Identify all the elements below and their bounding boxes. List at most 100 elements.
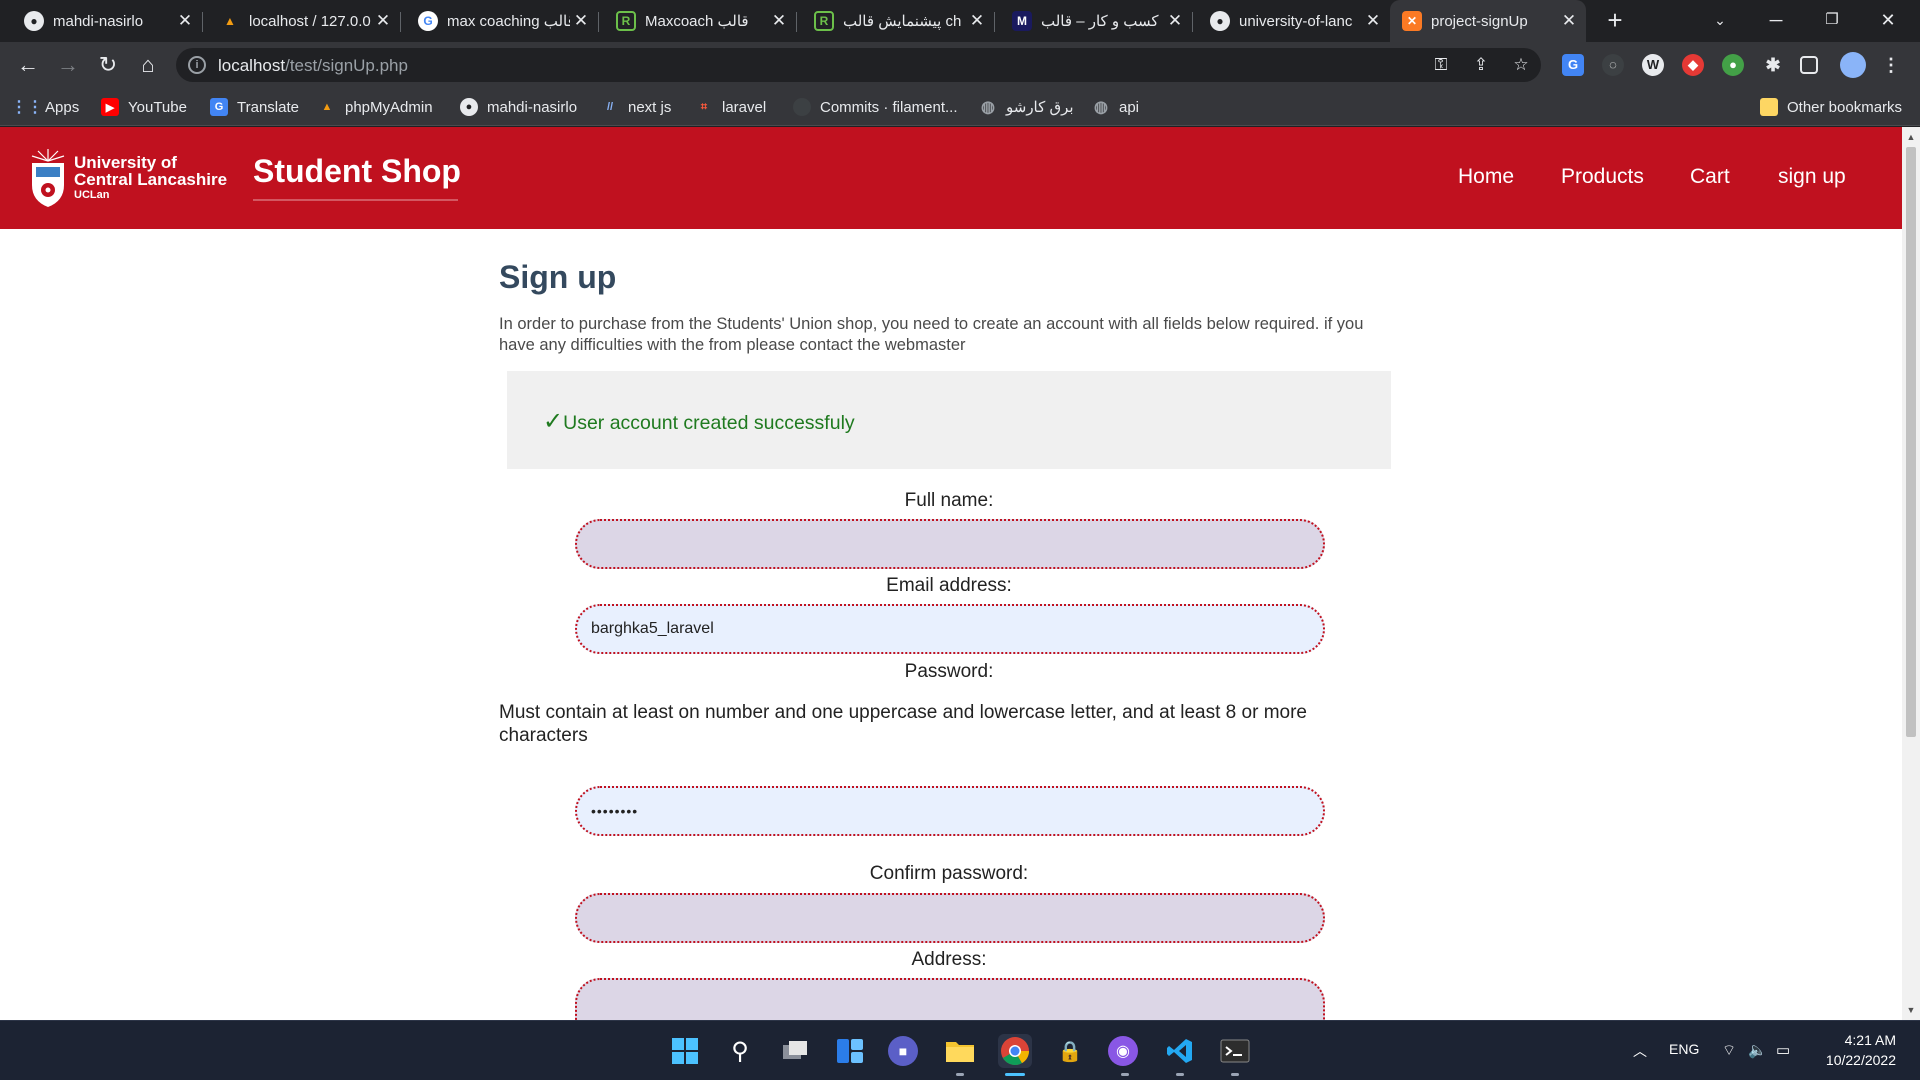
- laravel-icon: ⌗: [700, 100, 708, 113]
- nav-products[interactable]: Products: [1561, 165, 1644, 189]
- bookmark-laravel[interactable]: ⌗ laravel: [695, 96, 766, 118]
- github-desktop-icon[interactable]: ◉: [1108, 1036, 1138, 1066]
- forward-icon[interactable]: →: [52, 49, 84, 81]
- wifi-icon[interactable]: ⌔: [1722, 1041, 1736, 1060]
- vpn-extension-icon[interactable]: ●: [1722, 54, 1744, 76]
- wappalyzer-icon[interactable]: W: [1642, 54, 1664, 76]
- share-icon[interactable]: ⇪: [1470, 54, 1492, 76]
- bookmark-api[interactable]: ◍ api: [1092, 96, 1139, 118]
- github-icon: ●: [1210, 11, 1230, 31]
- clock-date: 10/22/2022: [1825, 1052, 1896, 1068]
- bookmark-youtube[interactable]: ▶ YouTube: [101, 96, 187, 118]
- close-tab-icon[interactable]: ✕: [1362, 11, 1384, 31]
- bookmark-mahdi-nasirlo[interactable]: ● mahdi-nasirlo: [460, 96, 577, 118]
- tab-mahdi-nasirlo[interactable]: ● mahdi-nasirlo ✕: [12, 0, 203, 42]
- google-translate-extension-icon[interactable]: G: [1562, 54, 1584, 76]
- logo-line-2: Central Lancashire: [74, 170, 228, 189]
- bookmark-commits[interactable]: Commits · filament...: [793, 96, 958, 118]
- uclan-logo[interactable]: University of Central Lancashire UCLan: [28, 147, 228, 209]
- bookmark-label: api: [1119, 98, 1140, 116]
- extensions-puzzle-icon[interactable]: ✱: [1762, 54, 1784, 76]
- menu-kebab-icon[interactable]: ⋮: [1880, 54, 1902, 76]
- chat-icon[interactable]: ■: [888, 1036, 918, 1066]
- fullname-label: Full name:: [904, 490, 994, 511]
- email-input[interactable]: barghka5_laravel: [575, 604, 1325, 654]
- confirm-password-input[interactable]: [575, 893, 1325, 943]
- tab-title: Maxcoach قالب: [645, 13, 749, 30]
- address-input[interactable]: [575, 978, 1325, 1020]
- bookmark-apps[interactable]: ⋮⋮ Apps: [11, 96, 79, 118]
- tab-business-theme[interactable]: M کسب و کار – قالب ✕: [1000, 0, 1193, 42]
- page-scrollbar[interactable]: ▲ ▼: [1902, 127, 1920, 1020]
- close-tab-icon[interactable]: ✕: [570, 11, 592, 31]
- minimize-button[interactable]: ─: [1748, 0, 1804, 42]
- page-viewport: University of Central Lancashire UCLan S…: [0, 127, 1920, 1020]
- bookmark-nextjs[interactable]: // next js: [601, 96, 671, 118]
- bookmark-label: next js: [628, 98, 672, 116]
- system-clock[interactable]: 4:21 AM 10/22/2022: [1814, 1030, 1896, 1070]
- close-tab-icon[interactable]: ✕: [174, 11, 196, 31]
- extension-icon[interactable]: ◌: [1602, 54, 1624, 76]
- file-explorer-icon[interactable]: [943, 1034, 977, 1068]
- tab-maxcoach[interactable]: R Maxcoach قالب ✕: [604, 0, 797, 42]
- search-icon[interactable]: ⚲: [723, 1034, 757, 1068]
- success-alert: ✓User account created successfuly: [507, 371, 1391, 469]
- close-tab-icon[interactable]: ✕: [1164, 11, 1186, 31]
- vscode-icon[interactable]: [1163, 1034, 1197, 1068]
- terminal-icon[interactable]: [1218, 1034, 1252, 1068]
- tab-localhost[interactable]: ▲ localhost / 127.0.0 ✕: [208, 0, 401, 42]
- other-bookmarks[interactable]: Other bookmarks: [1760, 96, 1902, 118]
- home-icon[interactable]: ⌂: [132, 49, 164, 81]
- tab-university[interactable]: ● university-of-lanc ✕: [1198, 0, 1390, 42]
- google-icon: G: [418, 11, 438, 31]
- site-info-icon[interactable]: i: [188, 56, 206, 74]
- battery-icon[interactable]: ▭: [1776, 1041, 1790, 1059]
- nav-sign-up[interactable]: sign up: [1778, 165, 1846, 189]
- bookmark-label: Translate: [237, 98, 299, 116]
- bookmark-bargh[interactable]: ◍ برق کارشو: [979, 96, 1074, 118]
- restore-button[interactable]: ❐: [1804, 0, 1860, 42]
- browser-toolbar: ← → ↻ ⌂ i localhost/test/signUp.php ⚿ ⇪ …: [0, 42, 1920, 88]
- password-input[interactable]: ••••••••: [575, 786, 1325, 836]
- side-panel-icon[interactable]: [1800, 56, 1818, 74]
- tab-search-icon[interactable]: ⌄: [1692, 0, 1748, 42]
- task-view-icon[interactable]: [778, 1034, 812, 1068]
- profile-avatar[interactable]: [1840, 52, 1866, 78]
- success-message: ✓User account created successfuly: [543, 407, 855, 436]
- nav-home[interactable]: Home: [1458, 165, 1514, 189]
- address-url[interactable]: localhost/test/signUp.php: [218, 56, 408, 76]
- address-bar[interactable]: i localhost/test/signUp.php ⚿ ⇪ ☆: [176, 48, 1541, 82]
- scroll-thumb[interactable]: [1906, 147, 1916, 737]
- color-picker-icon[interactable]: ◆: [1682, 54, 1704, 76]
- store-lock-icon[interactable]: 🔒: [1053, 1034, 1087, 1068]
- volume-icon[interactable]: 🔈: [1748, 1041, 1767, 1059]
- tab-preview[interactable]: R پیشنمایش قالب ch ✕: [802, 0, 995, 42]
- close-tab-icon[interactable]: ✕: [966, 11, 988, 31]
- chrome-icon[interactable]: [998, 1034, 1032, 1068]
- bookmark-phpmyadmin[interactable]: ▲ phpMyAdmin: [318, 96, 433, 118]
- back-icon[interactable]: ←: [12, 49, 44, 81]
- windows-start-icon[interactable]: [668, 1034, 702, 1068]
- new-tab-button[interactable]: +: [1600, 6, 1630, 36]
- close-tab-icon[interactable]: ✕: [1558, 11, 1580, 31]
- fullname-input[interactable]: [575, 519, 1325, 569]
- reload-icon[interactable]: ↻: [92, 49, 124, 81]
- scroll-down-icon[interactable]: ▼: [1902, 1002, 1920, 1018]
- close-tab-icon[interactable]: ✕: [768, 11, 790, 31]
- close-window-button[interactable]: ✕: [1860, 0, 1916, 42]
- tab-project-signup[interactable]: ✕ project-signUp ✕: [1390, 0, 1586, 42]
- show-hidden-icons-icon[interactable]: ︿: [1633, 1041, 1647, 1061]
- language-indicator[interactable]: ENG: [1669, 1041, 1699, 1057]
- uclan-crest-icon: [31, 149, 65, 207]
- github-icon: ●: [460, 98, 478, 116]
- bookmark-star-icon[interactable]: ☆: [1510, 54, 1532, 76]
- tab-max-coaching[interactable]: G max coaching قالب ✕: [406, 0, 599, 42]
- key-icon[interactable]: ⚿: [1430, 54, 1452, 76]
- close-tab-icon[interactable]: ✕: [372, 11, 394, 31]
- widgets-icon[interactable]: [833, 1034, 867, 1068]
- bookmark-translate[interactable]: G Translate: [210, 96, 299, 118]
- nav-cart[interactable]: Cart: [1690, 165, 1730, 189]
- site-brand[interactable]: Student Shop: [253, 153, 461, 190]
- folder-icon: [1760, 98, 1778, 116]
- scroll-up-icon[interactable]: ▲: [1902, 129, 1920, 145]
